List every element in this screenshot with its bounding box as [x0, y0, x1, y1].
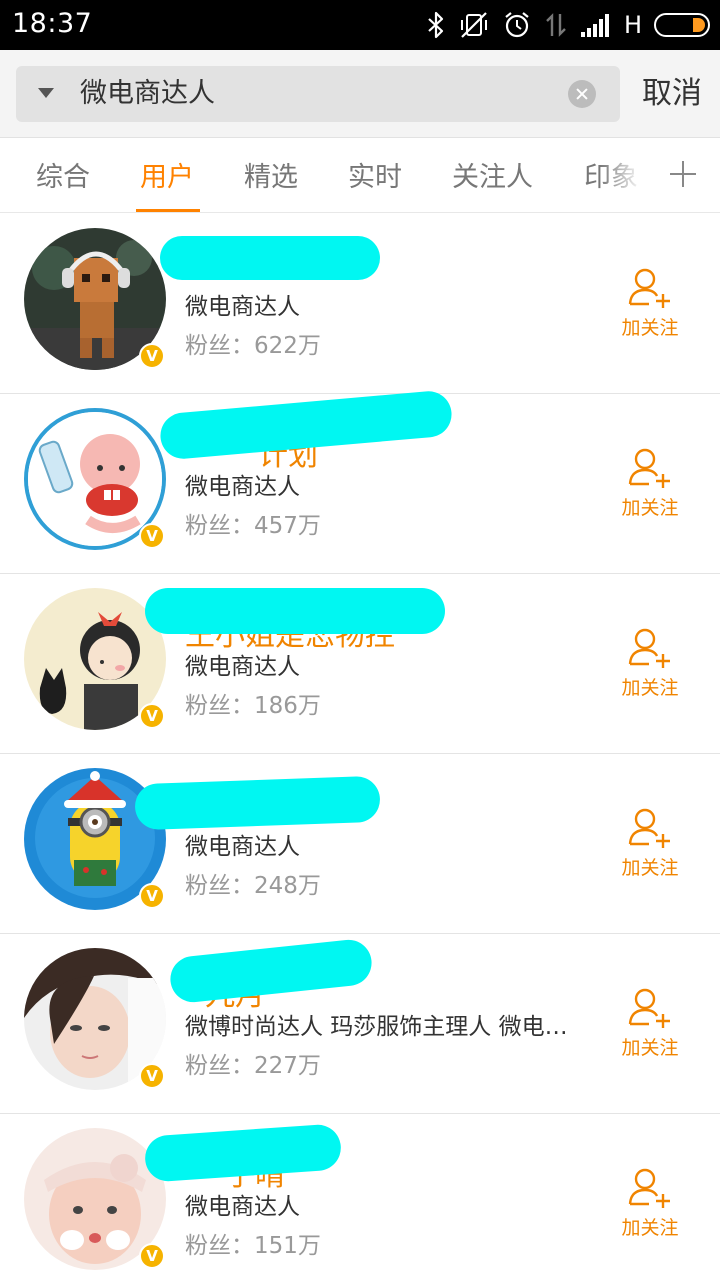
search-input[interactable]: 微电商达人	[16, 66, 620, 122]
add-follow-icon	[628, 628, 670, 668]
verified-badge-icon: V	[139, 1063, 165, 1089]
verified-badge-icon: V	[139, 523, 165, 549]
redacted-name-mark	[145, 588, 445, 634]
tab-featured[interactable]: 精选	[244, 161, 298, 195]
search-type-dropdown-icon[interactable]	[38, 88, 54, 98]
search-result-tabs: 综合 用户 精选 实时 关注人 印象	[0, 139, 720, 213]
clear-search-icon[interactable]	[568, 80, 596, 108]
redacted-name-mark	[160, 236, 380, 280]
user-description: 微电商达人	[185, 1194, 300, 1220]
follow-button[interactable]: 加关注	[610, 626, 690, 702]
user-fan-count: 粉丝：248万	[185, 873, 321, 899]
tab-users[interactable]: 用户	[140, 161, 194, 195]
redacted-name-mark	[168, 937, 374, 1005]
user-description: 微电商达人	[185, 474, 300, 500]
tab-comprehensive[interactable]: 综合	[36, 161, 90, 195]
signal-icon	[580, 8, 612, 42]
add-follow-icon	[628, 268, 670, 308]
user-description: 微电商达人	[185, 654, 300, 680]
list-item[interactable]: V 微电商达人 粉丝：622万 加关注	[0, 214, 720, 394]
add-follow-icon	[628, 448, 670, 488]
add-follow-icon	[628, 988, 670, 1028]
cancel-button[interactable]: 取消	[642, 74, 702, 114]
follow-button[interactable]: 加关注	[610, 1166, 690, 1242]
status-time: 18:37	[12, 8, 93, 39]
list-item[interactable]: V 计划 微电商达人 粉丝：457万 加关注	[0, 389, 720, 574]
status-icons: H	[426, 8, 710, 42]
add-follow-icon	[628, 1168, 670, 1208]
status-bar: 18:37 H	[0, 0, 720, 50]
active-tab-indicator	[136, 209, 200, 212]
user-fan-count: 粉丝：151万	[185, 1233, 321, 1259]
add-follow-icon	[628, 808, 670, 848]
follow-button[interactable]: 加关注	[610, 986, 690, 1062]
follow-button[interactable]: 加关注	[610, 446, 690, 522]
follow-button[interactable]: 加关注	[610, 266, 690, 342]
bluetooth-icon	[426, 8, 446, 42]
verified-badge-icon: V	[139, 703, 165, 729]
user-description: 微电商达人	[185, 294, 300, 320]
follow-label: 加关注	[621, 857, 679, 879]
follow-label: 加关注	[621, 317, 679, 339]
verified-badge-icon: V	[139, 1243, 165, 1269]
follow-button[interactable]: 加关注	[610, 806, 690, 882]
follow-label: 加关注	[621, 497, 679, 519]
follow-label: 加关注	[621, 1217, 679, 1239]
user-fan-count: 粉丝：457万	[185, 513, 321, 539]
battery-icon	[654, 13, 710, 37]
verified-badge-icon: V	[139, 343, 165, 369]
follow-label: 加关注	[621, 677, 679, 699]
search-query-text[interactable]: 微电商达人	[80, 76, 215, 112]
alarm-icon	[502, 8, 532, 42]
list-item[interactable]: V 子晴 微电商达人 粉丝：151万 加关注	[0, 1114, 720, 1280]
data-arrows-icon	[544, 8, 568, 42]
tab-followed-people[interactable]: 关注人	[452, 161, 533, 195]
user-description: 微电商达人	[185, 834, 300, 860]
user-result-list: V 微电商达人 粉丝：622万 加关注 V 计划 微电商达人 粉丝：457万 加…	[0, 214, 720, 1280]
redacted-name-mark	[143, 1123, 343, 1183]
redacted-name-mark	[134, 775, 381, 831]
search-bar: 微电商达人 取消	[0, 50, 720, 138]
network-type-label: H	[623, 11, 642, 39]
add-tab-icon[interactable]	[668, 157, 698, 187]
follow-label: 加关注	[621, 1037, 679, 1059]
list-item[interactable]: V 九月 微博时尚达人 玛莎服饰主理人 微电… 粉丝：227万 加关注	[0, 934, 720, 1114]
user-fan-count: 粉丝：622万	[185, 333, 321, 359]
user-fan-count: 粉丝：186万	[185, 693, 321, 719]
user-description: 微博时尚达人 玛莎服饰主理人 微电…	[185, 1014, 568, 1040]
user-fan-count: 粉丝：227万	[185, 1053, 321, 1079]
vibrate-off-icon	[458, 8, 490, 42]
list-item[interactable]: V 王小姐是恋物控 微电商达人 粉丝：186万 加关注	[0, 574, 720, 754]
tab-realtime[interactable]: 实时	[348, 161, 402, 195]
verified-badge-icon: V	[139, 883, 165, 909]
list-item[interactable]: V 微电商达人 粉丝：248万 加关注	[0, 754, 720, 934]
